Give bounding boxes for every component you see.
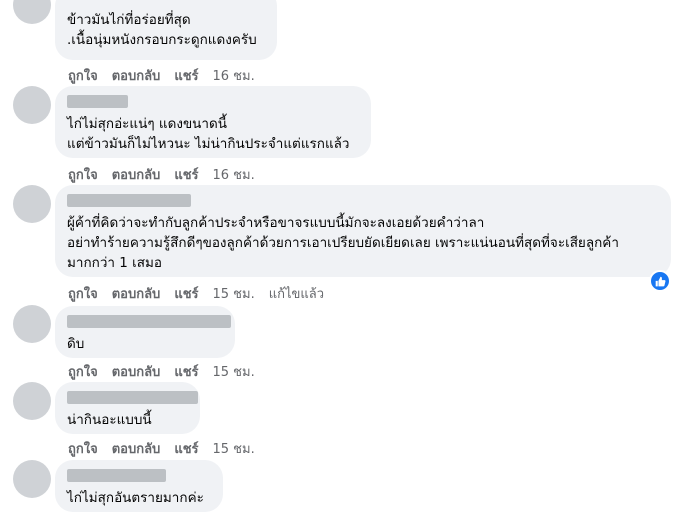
comment-text: ไก่ไม่สุกอันตรายมากค่ะ bbox=[67, 490, 204, 506]
reply-button[interactable]: ตอบกลับ bbox=[112, 164, 161, 185]
share-button[interactable]: แชร์ bbox=[174, 283, 198, 304]
like-button[interactable]: ถูกใจ bbox=[68, 283, 98, 304]
comment-actions: ถูกใจ ตอบกลับ แชร์ 15 ชม. bbox=[68, 438, 269, 459]
avatar[interactable] bbox=[13, 305, 51, 343]
like-button[interactable]: ถูกใจ bbox=[68, 361, 98, 382]
comment-text: น่ากินอะแบบนี้ bbox=[67, 412, 152, 428]
reaction-badge[interactable] bbox=[649, 270, 671, 292]
timestamp[interactable]: 15 ชม. bbox=[213, 361, 255, 382]
share-button[interactable]: แชร์ bbox=[174, 438, 198, 459]
author-name-redacted[interactable] bbox=[67, 469, 166, 482]
comment-text: ดิบ bbox=[67, 336, 85, 352]
author-name-redacted[interactable] bbox=[67, 315, 231, 328]
author-name-redacted[interactable] bbox=[67, 95, 128, 108]
share-button[interactable]: แชร์ bbox=[174, 361, 198, 382]
comment-bubble: ผู้ค้าที่คิดว่าจะทำกับลูกค้าประจำหรือขาจ… bbox=[55, 185, 671, 277]
comment-bubble: น่ากินอะแบบนี้ bbox=[55, 382, 200, 434]
comment-actions: ถูกใจ ตอบกลับ แชร์ 16 ชม. bbox=[68, 164, 269, 185]
like-button[interactable]: ถูกใจ bbox=[68, 65, 98, 86]
reply-button[interactable]: ตอบกลับ bbox=[112, 283, 161, 304]
timestamp[interactable]: 16 ชม. bbox=[213, 164, 255, 185]
like-button[interactable]: ถูกใจ bbox=[68, 164, 98, 185]
avatar[interactable] bbox=[13, 0, 51, 24]
comment-actions: ถูกใจ ตอบกลับ แชร์ 15 ชม. bbox=[68, 361, 269, 382]
share-button[interactable]: แชร์ bbox=[174, 164, 198, 185]
comment-bubble: ดิบ bbox=[55, 306, 235, 358]
comment-text: ไก่ไม่สุกอ่ะแน่ๆ แดงขนาดนี้ แต่ข้าวมันก็… bbox=[67, 116, 350, 152]
comment-actions: ถูกใจ ตอบกลับ แชร์ 15 ชม. แก้ไขแล้ว bbox=[68, 283, 338, 304]
like-button[interactable]: ถูกใจ bbox=[68, 438, 98, 459]
reply-button[interactable]: ตอบกลับ bbox=[112, 65, 161, 86]
comment-bubble: ไก่ไม่สุกอันตรายมากค่ะ bbox=[55, 460, 223, 512]
comment-bubble: ข้าวมันไก่ที่อร่อยที่สุด .เนื้อนุ่มหนังก… bbox=[55, 0, 277, 60]
share-button[interactable]: แชร์ bbox=[174, 65, 198, 86]
reply-button[interactable]: ตอบกลับ bbox=[112, 438, 161, 459]
timestamp[interactable]: 16 ชม. bbox=[213, 65, 255, 86]
like-reaction-icon bbox=[655, 276, 665, 286]
author-name-redacted[interactable] bbox=[67, 391, 198, 404]
reply-button[interactable]: ตอบกลับ bbox=[112, 361, 161, 382]
comment-actions: ถูกใจ ตอบกลับ แชร์ 16 ชม. bbox=[68, 65, 269, 86]
avatar[interactable] bbox=[13, 185, 51, 223]
timestamp[interactable]: 15 ชม. bbox=[213, 283, 255, 304]
comment-text: ข้าวมันไก่ที่อร่อยที่สุด .เนื้อนุ่มหนังก… bbox=[67, 12, 257, 48]
author-name-redacted[interactable] bbox=[67, 194, 191, 207]
timestamp[interactable]: 15 ชม. bbox=[213, 438, 255, 459]
avatar[interactable] bbox=[13, 382, 51, 420]
comment-bubble: ไก่ไม่สุกอ่ะแน่ๆ แดงขนาดนี้ แต่ข้าวมันก็… bbox=[55, 86, 371, 158]
avatar[interactable] bbox=[13, 460, 51, 498]
avatar[interactable] bbox=[13, 86, 51, 124]
comment-text: ผู้ค้าที่คิดว่าจะทำกับลูกค้าประจำหรือขาจ… bbox=[67, 215, 619, 271]
edited-label[interactable]: แก้ไขแล้ว bbox=[269, 283, 324, 304]
